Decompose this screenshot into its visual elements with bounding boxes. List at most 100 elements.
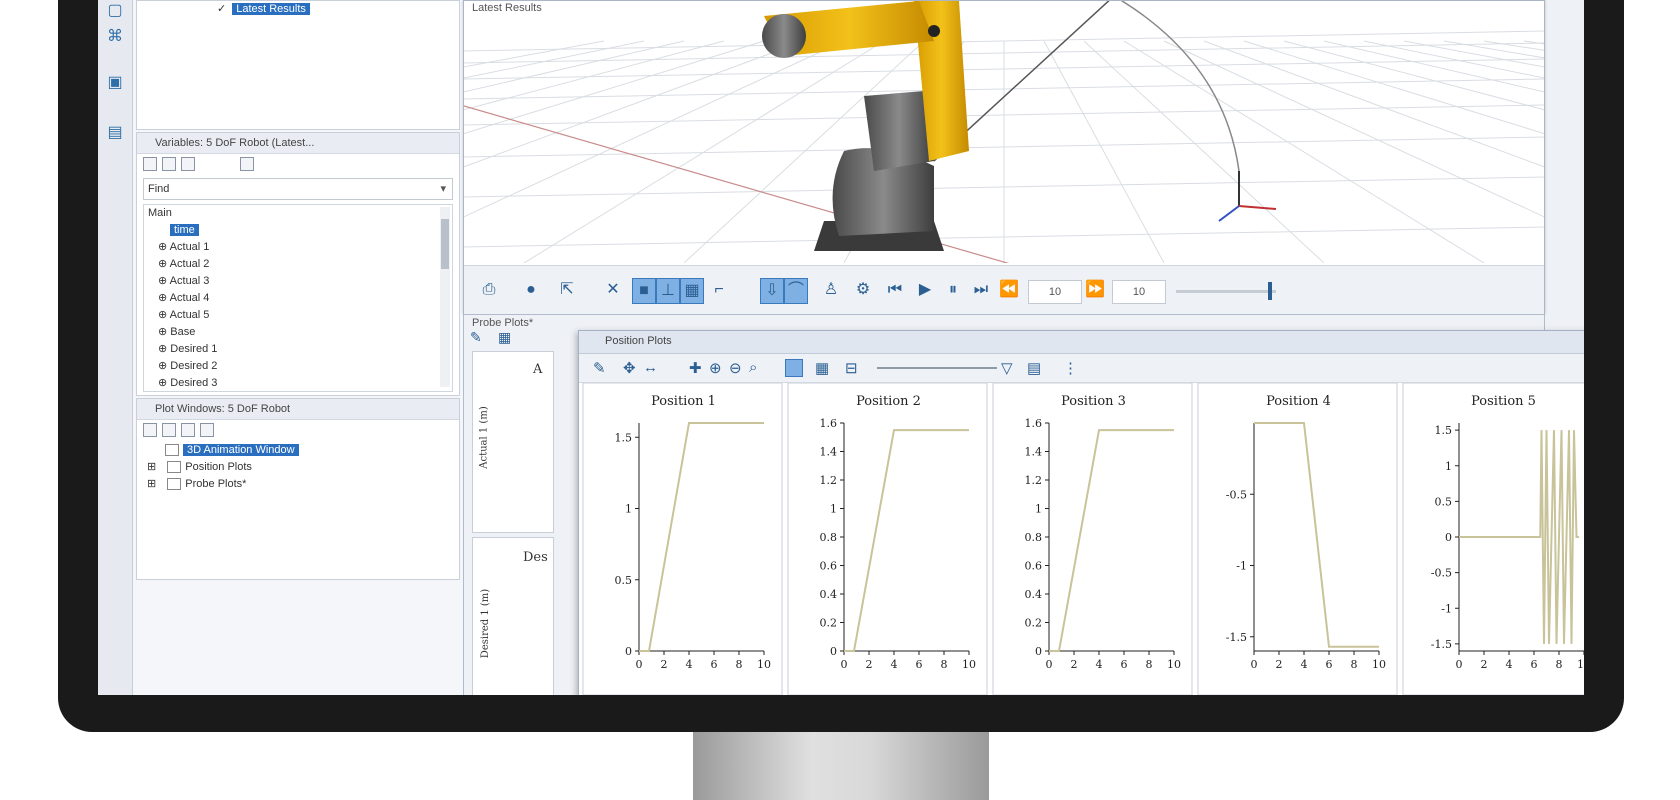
skip-start-icon[interactable]: ⏮ (884, 278, 906, 302)
render-icon[interactable]: ● (520, 278, 542, 302)
grid-icon[interactable]: ▣ (106, 74, 124, 92)
probe-icon[interactable]: ♙ (820, 278, 842, 302)
columns-icon[interactable] (240, 157, 254, 171)
window-title: Probe Plots* (472, 317, 534, 329)
x-tick-label: 6 (1121, 658, 1128, 671)
pause-icon[interactable]: ⏸ (942, 278, 964, 302)
expand-icon: ⊕ (158, 343, 171, 355)
skip-end-icon[interactable]: ⏭ (970, 278, 992, 302)
table-icon[interactable]: ▦ (815, 359, 829, 377)
edit-icon[interactable]: ✎ (593, 359, 606, 377)
expand-icon[interactable] (162, 157, 176, 171)
x-tick-label: 8 (736, 658, 743, 671)
grid-icon[interactable]: ▦ (498, 329, 511, 346)
print-icon[interactable]: ⎙ (478, 278, 500, 302)
play-icon[interactable]: ▶ (914, 278, 936, 302)
check-icon: ✓ (217, 3, 227, 15)
variable-item[interactable]: ⊕ Actual 3 (144, 273, 452, 290)
variable-item[interactable]: ⊕ Base (144, 324, 452, 341)
plot-window-item[interactable]: ⊞ Probe Plots* (147, 476, 459, 493)
tool-icon[interactable]: ▢ (106, 2, 124, 20)
variable-item[interactable]: ⊕ Actual 1 (144, 239, 452, 256)
x-tick-label: 2 (1276, 658, 1283, 671)
scrollbar-thumb[interactable] (441, 219, 449, 269)
delete-plot-icon[interactable] (200, 423, 214, 437)
path-icon[interactable]: ⌒ (784, 278, 808, 304)
speed-field[interactable]: 10 (1112, 280, 1166, 304)
export-icon[interactable]: ▤ (1027, 359, 1041, 377)
step-back-icon[interactable]: ⏪ (998, 278, 1020, 302)
variables-tree: Main time ⊕ Actual 1 ⊕ Actual 2 ⊕ Actual 3… (143, 204, 453, 392)
variable-item[interactable]: ⊕ Actual 5 (144, 307, 452, 324)
x-tick-label: 0 (841, 658, 848, 671)
open-plot-icon[interactable] (162, 423, 176, 437)
settings-icon[interactable]: ⚙ (852, 278, 874, 302)
plot-window-item[interactable]: ⊞ Position Plots (147, 459, 459, 476)
legend-icon[interactable]: ⋮ (1063, 359, 1078, 377)
pan-icon[interactable]: ✥ (623, 359, 636, 377)
cursor-icon[interactable]: ⊟ (845, 359, 858, 377)
new-plot-icon[interactable] (143, 423, 157, 437)
y-tick-label: -1 (1441, 602, 1452, 615)
variable-item[interactable]: ⊕ Desired 3 (144, 375, 452, 392)
3d-viewport[interactable]: Latest Results (464, 1, 1544, 263)
chart-frame (1197, 383, 1398, 695)
plot-toolbar: ✎ ✥ ↔ ✚ ⊕ ⊖ ⌕ ▦ ⊟ ▽ ▤ ⋮ (579, 354, 1584, 383)
x-tick-label: 0 (1251, 658, 1258, 671)
x-tick-label: 2 (1481, 658, 1488, 671)
collapse-icon[interactable] (181, 157, 195, 171)
position-charts: Position 100.511.50 2 4 6 8 10Position 200.20… (582, 383, 1584, 695)
clipboard-icon[interactable]: ▤ (106, 124, 124, 142)
variable-item[interactable]: ⊕ Desired 1 (144, 341, 452, 358)
window-icon (165, 444, 179, 457)
frame-field[interactable]: 10 (1028, 280, 1082, 304)
plot-window-item[interactable]: 3D Animation Window (147, 442, 459, 459)
zoom-out-icon[interactable]: ⊖ (729, 359, 742, 377)
save-plot-icon[interactable] (181, 423, 195, 437)
camera-icon[interactable]: ⌐ (708, 278, 730, 302)
variable-item[interactable]: ⊕ Actual 4 (144, 290, 452, 307)
zoom-x-icon[interactable]: ↔ (643, 359, 658, 376)
plot-windows-header: Plot Windows: 5 DoF Robot (137, 399, 459, 420)
subplot-title: A (533, 362, 543, 377)
x-tick-label: 8 (1146, 658, 1153, 671)
subplot-ylabel: Desired 1 (m) (480, 588, 492, 659)
trace-icon[interactable]: ⇩ (760, 278, 784, 304)
chart-panel: Position 5 1.5 1 0.5 0 -0.5 -1 -1.5 0 2 4 6 8 10 (1402, 383, 1584, 695)
window-icon (167, 478, 182, 491)
step-forward-icon[interactable]: ⏩ (1084, 278, 1106, 302)
zoom-in-icon[interactable]: ⊕ (709, 359, 722, 377)
select-icon[interactable]: ⇱ (556, 278, 578, 302)
time-slider[interactable] (877, 367, 997, 369)
edit-icon[interactable]: ✎ (470, 329, 482, 346)
slider-thumb[interactable] (1268, 282, 1272, 300)
tree-item-latest-results[interactable]: ✓ Latest Results (217, 1, 310, 18)
zoom-fit-icon[interactable]: ⌕ (749, 359, 757, 376)
variable-item[interactable]: ⊕ Actual 2 (144, 256, 452, 273)
chart-panel: Position 1 0 0.5 1 1.5 0 2 4 6 8 10 (582, 383, 783, 695)
filter-icon[interactable] (143, 157, 157, 171)
layout-icon[interactable] (785, 359, 803, 377)
scrollbar[interactable] (440, 207, 450, 387)
chevron-down-icon[interactable]: ▽ (1001, 359, 1013, 377)
chart-title: Position 3 (1061, 394, 1126, 409)
view-solid-icon[interactable]: ■ (632, 278, 656, 304)
y-tick-label: 0.6 (820, 560, 838, 573)
view-grid-icon[interactable]: ▦ (680, 278, 704, 304)
window-title: Position Plots (605, 335, 672, 347)
tree-root[interactable]: Main (144, 205, 452, 222)
fit-icon[interactable]: ✕ (602, 278, 624, 302)
plot-windows-toolbar (137, 420, 459, 440)
move-icon[interactable]: ✚ (689, 359, 702, 377)
tree-item-time[interactable]: time (144, 222, 452, 239)
y-tick-label: 1 (625, 503, 632, 516)
y-tick-label: -0.5 (1226, 488, 1247, 501)
speed-slider[interactable] (1176, 282, 1276, 300)
y-tick-label: -1.5 (1431, 638, 1452, 651)
y-tick-label: 1.6 (820, 417, 838, 430)
expand-icon: ⊕ (158, 360, 171, 372)
variable-item[interactable]: ⊕ Desired 2 (144, 358, 452, 375)
component-icon[interactable]: ⌘ (106, 28, 124, 46)
variables-filter[interactable]: Find ▾ (143, 178, 453, 200)
view-axes-icon[interactable]: ⊥ (656, 278, 680, 304)
